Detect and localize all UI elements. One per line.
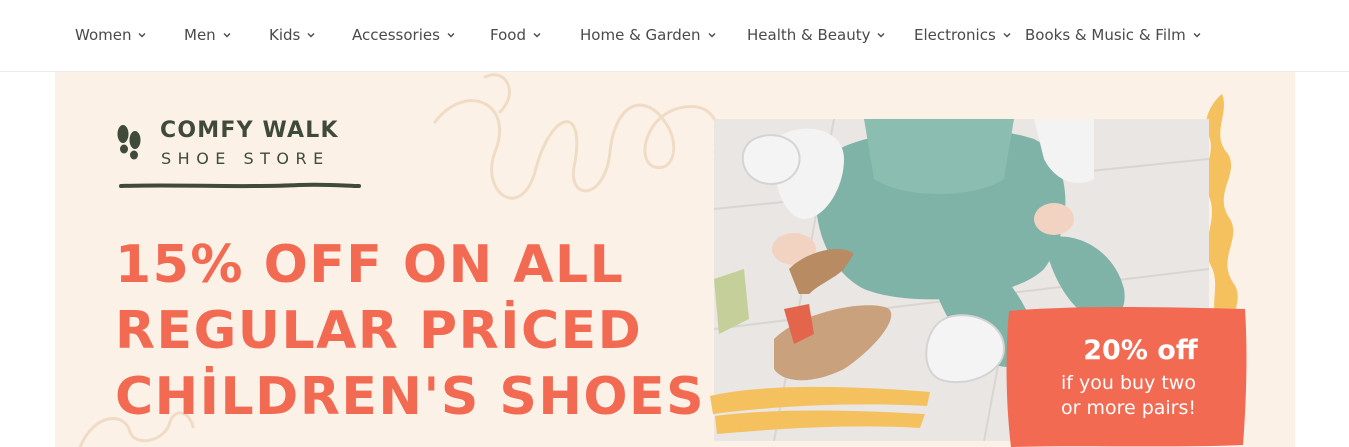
footprints-icon [117, 125, 141, 160]
nav-item-label: Kids [269, 26, 301, 44]
nav-item-label: Food [490, 26, 526, 44]
nav-item-women[interactable]: Women [75, 26, 147, 44]
nav-item-label: Electronics [914, 26, 996, 44]
chevron-down-icon [446, 30, 456, 40]
logo-underline [119, 182, 361, 189]
nav-item-home-garden[interactable]: Home & Garden [580, 26, 717, 44]
offer-title: 20% off [1083, 335, 1198, 366]
chevron-down-icon [137, 30, 147, 40]
decorative-crayon-stroke [710, 386, 930, 434]
chevron-down-icon [707, 30, 717, 40]
store-logo[interactable]: COMFY WALK SHOE STORE [115, 116, 365, 190]
nav-item-food[interactable]: Food [490, 26, 542, 44]
logo-title: COMFY WALK [160, 118, 339, 143]
chevron-down-icon [222, 30, 232, 40]
nav-item-health-beauty[interactable]: Health & Beauty [747, 26, 886, 44]
headline-line-2: REGULAR PRİCED [115, 301, 643, 361]
nav-item-accessories[interactable]: Accessories [352, 26, 456, 44]
nav-item-electronics[interactable]: Electronics [914, 26, 1012, 44]
headline-line-3: CHİLDREN'S SHOES [115, 367, 706, 427]
decorative-squiggle [433, 73, 721, 200]
promo-banner[interactable]: COMFY WALK SHOE STORE 15% OFF ON ALL REG… [55, 72, 1295, 447]
chevron-down-icon [532, 30, 542, 40]
offer-line-2: or more pairs! [1060, 397, 1197, 419]
headline-line-1: 15% OFF ON ALL [115, 235, 625, 295]
nav-item-kids[interactable]: Kids [269, 26, 316, 44]
nav-item-label: Books & Music & Film [1025, 26, 1186, 44]
chevron-down-icon [306, 30, 316, 40]
offer-line-1: if you buy two [1061, 372, 1196, 394]
offer-badge[interactable]: 20% off if you buy two or more pairs! [1003, 305, 1248, 447]
nav-item-men[interactable]: Men [184, 26, 232, 44]
nav-item-label: Home & Garden [580, 26, 701, 44]
chevron-down-icon [1002, 30, 1012, 40]
nav-item-books-music-film[interactable]: Books & Music & Film [1025, 26, 1202, 44]
promo-headline: 15% OFF ON ALL REGULAR PRİCED CHİLDREN'S… [115, 232, 735, 430]
top-navigation: Women Men Kids Accessories Food Home & G… [0, 0, 1349, 72]
nav-item-label: Women [75, 26, 132, 44]
nav-item-label: Men [184, 26, 216, 44]
nav-item-label: Accessories [352, 26, 440, 44]
chevron-down-icon [1192, 30, 1202, 40]
chevron-down-icon [876, 30, 886, 40]
logo-subtitle: SHOE STORE [161, 149, 330, 168]
nav-item-label: Health & Beauty [747, 26, 871, 44]
